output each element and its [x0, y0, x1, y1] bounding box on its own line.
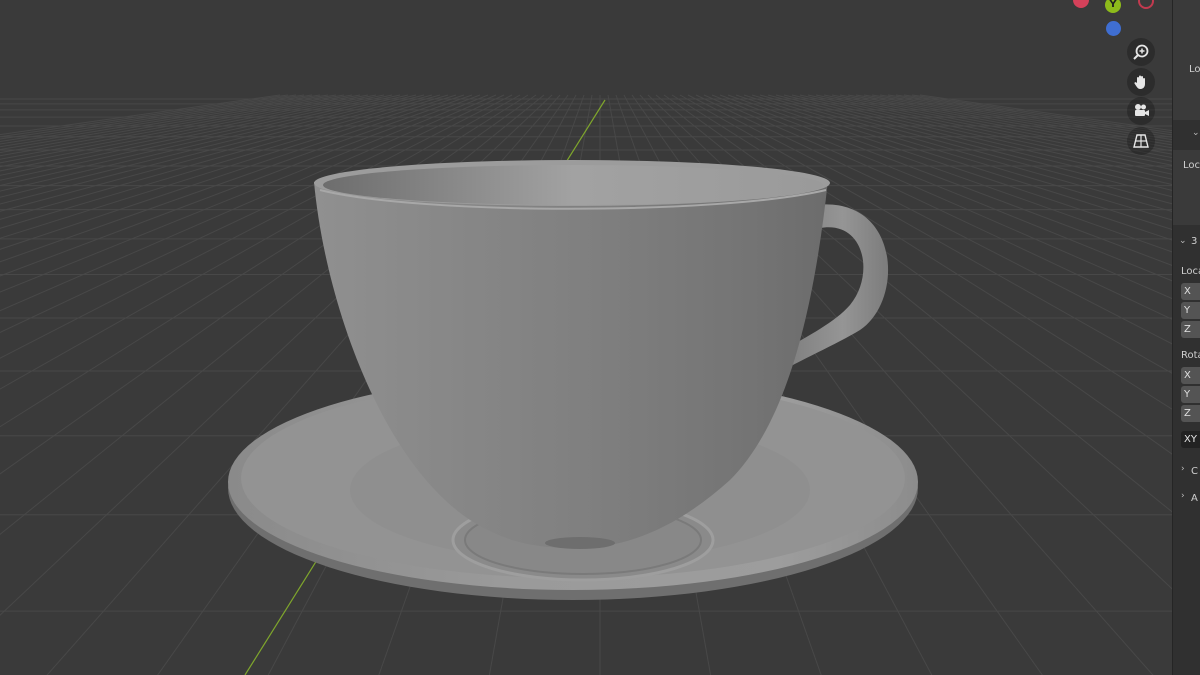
properties-sidebar[interactable]: Lo ⌄ Loc ⌄ 3 Loca X Y Z Rota X Y Z XY › …: [1172, 0, 1200, 675]
pan-button[interactable]: [1127, 68, 1155, 96]
grid-icon: [1133, 134, 1149, 148]
chevron-right-icon[interactable]: ›: [1181, 491, 1185, 501]
sidebar-location-label-top: Lo: [1189, 64, 1200, 75]
rotation-y-field[interactable]: Y: [1181, 386, 1200, 403]
rotation-z-field[interactable]: Z: [1181, 405, 1200, 422]
collapsed-panel-c[interactable]: C: [1191, 466, 1198, 477]
location-z-field[interactable]: Z: [1181, 321, 1200, 338]
camera-icon: [1135, 104, 1149, 116]
location-x-field[interactable]: X: [1181, 283, 1200, 300]
panel-title[interactable]: 3: [1191, 236, 1197, 247]
hand-icon: [1134, 75, 1145, 89]
location-y-field[interactable]: Y: [1181, 302, 1200, 319]
chevron-down-icon[interactable]: ⌄: [1192, 128, 1200, 138]
zoom-button[interactable]: [1127, 38, 1155, 66]
3d-viewport[interactable]: [0, 0, 1200, 675]
panel-expand-chevron-icon[interactable]: ⌄: [1179, 236, 1187, 246]
rotation-label: Rota: [1181, 350, 1200, 361]
gizmo-z-axis[interactable]: [1106, 21, 1121, 36]
chevron-right-icon[interactable]: ›: [1181, 464, 1185, 474]
collapsed-panel-a[interactable]: A: [1191, 493, 1198, 504]
viewport-canvas[interactable]: [0, 0, 1200, 675]
sidebar-top-block: [1173, 0, 1200, 120]
zoom-plus-icon: [1133, 44, 1149, 60]
location-label: Loca: [1181, 266, 1200, 277]
camera-view-button[interactable]: [1127, 97, 1155, 125]
orthographic-toggle-button[interactable]: [1127, 127, 1155, 155]
rotation-mode-dropdown[interactable]: XY: [1181, 431, 1200, 448]
rotation-x-field[interactable]: X: [1181, 367, 1200, 384]
sidebar-location-label-mid: Loc: [1183, 160, 1200, 171]
